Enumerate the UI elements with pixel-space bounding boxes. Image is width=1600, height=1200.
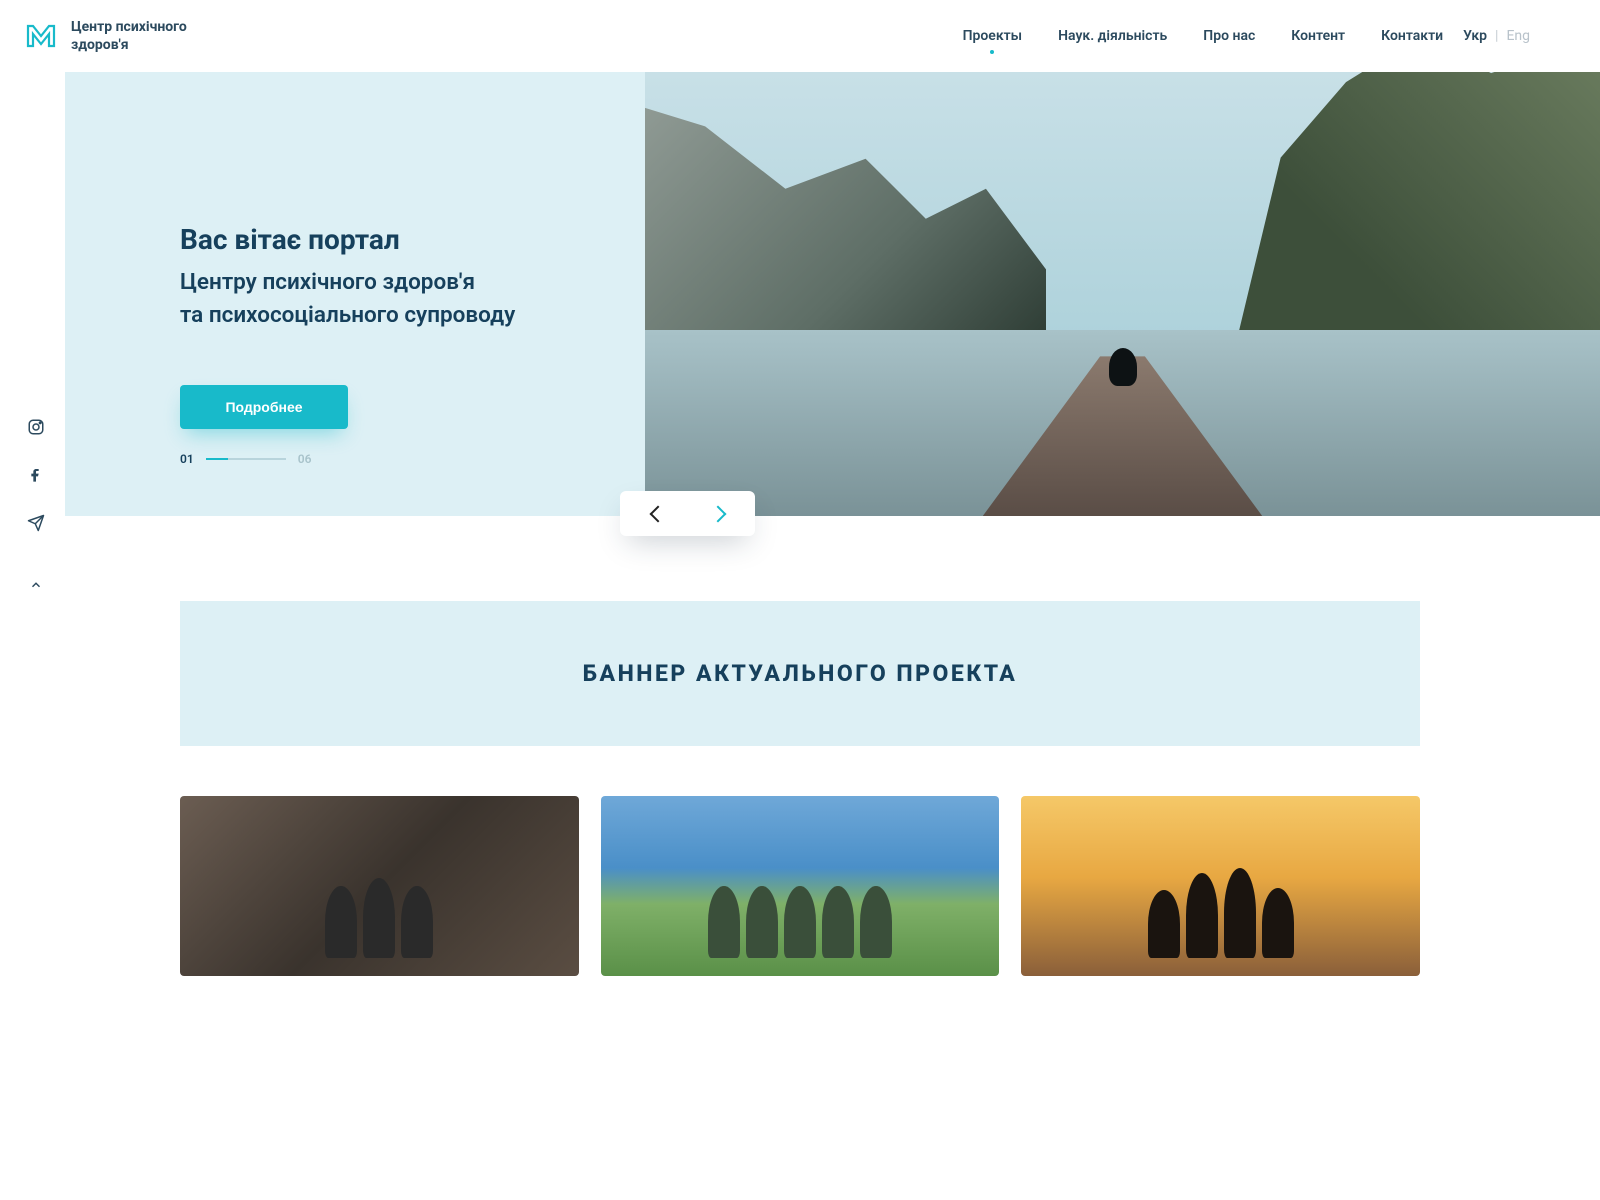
hero-subtitle-2: та психосоціального супроводу <box>180 299 585 333</box>
pager-total: 06 <box>298 452 312 466</box>
hero-title: Вас вітає портал <box>180 220 585 259</box>
scroll-up-icon[interactable] <box>26 575 46 595</box>
telegram-icon[interactable] <box>26 513 46 533</box>
facebook-icon[interactable] <box>26 465 46 485</box>
hero-image <box>645 72 1600 516</box>
nav-projects[interactable]: Проекты <box>963 28 1023 44</box>
project-banner[interactable]: БАННЕР АКТУАЛЬНОГО ПРОЕКТА <box>180 601 1420 746</box>
pager-current: 01 <box>180 452 194 466</box>
nav-content[interactable]: Контент <box>1291 28 1345 44</box>
instagram-icon[interactable] <box>26 417 46 437</box>
pager-progress[interactable] <box>206 458 286 460</box>
hero-subtitle-1: Центру психічного здоров'я <box>180 266 585 300</box>
project-card-1[interactable] <box>180 796 579 976</box>
hero-text-panel: Вас вітає портал Центру психічного здоро… <box>65 72 645 516</box>
nav-science[interactable]: Наук. діяльність <box>1058 28 1167 44</box>
slide-arrows <box>620 491 755 536</box>
language-switcher: Укр | Eng <box>1463 28 1530 44</box>
logo-block[interactable]: Центр психічного здоров'я <box>25 18 187 54</box>
nav-contacts[interactable]: Контакти <box>1381 28 1443 44</box>
learn-more-button[interactable]: Подробнее <box>180 385 348 429</box>
social-rail <box>26 417 46 595</box>
lang-separator: | <box>1495 28 1498 44</box>
hero-section: Вас вітає портал Центру психічного здоро… <box>0 72 1600 516</box>
project-cards <box>180 796 1420 976</box>
prev-slide-button[interactable] <box>649 505 666 522</box>
project-card-2[interactable] <box>601 796 1000 976</box>
slide-pager: 01 06 <box>180 452 311 466</box>
nav-about[interactable]: Про нас <box>1203 28 1255 44</box>
lang-ukr[interactable]: Укр <box>1463 28 1487 44</box>
main-nav: Проекты Наук. діяльність Про нас Контент… <box>963 28 1444 44</box>
logo-icon <box>25 20 57 52</box>
lang-eng[interactable]: Eng <box>1506 28 1530 44</box>
brand-name: Центр психічного здоров'я <box>71 18 187 54</box>
banner-title: БАННЕР АКТУАЛЬНОГО ПРОЕКТА <box>583 660 1018 687</box>
project-card-3[interactable] <box>1021 796 1420 976</box>
site-header: Центр психічного здоров'я Проекты Наук. … <box>0 0 1600 72</box>
next-slide-button[interactable] <box>709 505 726 522</box>
